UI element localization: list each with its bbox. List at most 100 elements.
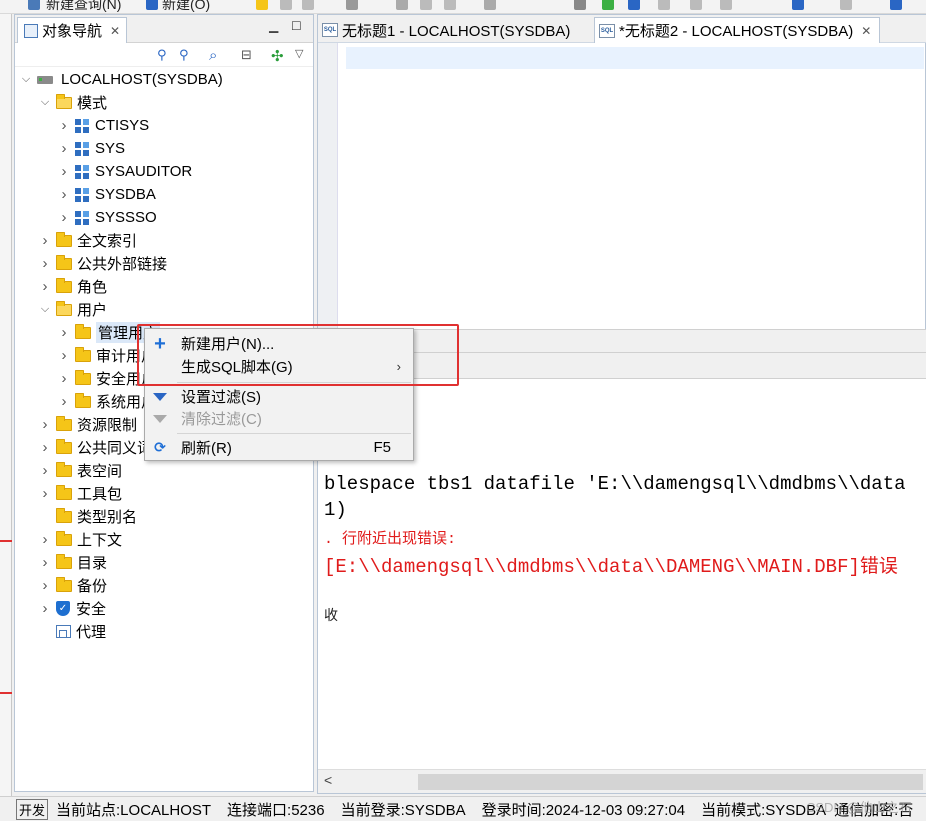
- menu-item-generate-sql[interactable]: 生成SQL脚本(G) ›: [145, 355, 413, 378]
- expand-icon[interactable]: ›: [57, 324, 71, 341]
- maximize-icon[interactable]: ☐: [291, 19, 302, 33]
- paste-icon[interactable]: [444, 0, 456, 10]
- menu-item-set-filter[interactable]: 设置过滤(S): [145, 385, 413, 408]
- view-menu-icon[interactable]: ▽: [295, 47, 311, 63]
- horizontal-scrollbar[interactable]: <: [318, 769, 926, 793]
- expand-icon[interactable]: ›: [38, 416, 52, 433]
- back-icon[interactable]: [792, 0, 804, 10]
- watermark: CSDN @他山之石: [806, 800, 912, 815]
- tree-item-label: 目录: [77, 555, 108, 572]
- new-icon[interactable]: [146, 0, 158, 10]
- tree-item-security[interactable]: › ✓ 安全: [38, 597, 107, 620]
- collapse-all-icon[interactable]: ⊟: [241, 47, 257, 63]
- save-icon[interactable]: [280, 0, 292, 10]
- expand-icon[interactable]: ›: [38, 439, 52, 456]
- tree-item-syssso[interactable]: › SYSSSO: [57, 206, 157, 229]
- new-query-icon[interactable]: [28, 0, 40, 10]
- scrollbar-thumb[interactable]: [418, 774, 923, 790]
- current-line-highlight[interactable]: [346, 47, 924, 69]
- tree-item-fulltext-index[interactable]: › 全文索引: [38, 229, 137, 252]
- expand-icon[interactable]: ›: [38, 255, 52, 272]
- menu-item-label: 刷新(R): [181, 440, 232, 457]
- tree-item-directories[interactable]: › 目录: [38, 551, 107, 574]
- tree-item-system-users[interactable]: › 系统用户: [57, 390, 156, 413]
- find-icon[interactable]: [658, 0, 670, 10]
- connect-icon[interactable]: ⚲: [157, 47, 173, 63]
- expand-icon[interactable]: ›: [38, 531, 52, 548]
- scroll-left-icon[interactable]: <: [324, 772, 332, 788]
- expand-all-icon[interactable]: ✣: [271, 47, 287, 65]
- tree-item-tablespaces[interactable]: › 表空间: [38, 459, 122, 482]
- result-sql-line: 1): [324, 499, 347, 521]
- expand-icon[interactable]: ›: [57, 163, 71, 180]
- expand-icon[interactable]: ›: [57, 140, 71, 157]
- expand-icon[interactable]: ›: [38, 600, 52, 617]
- save-all-icon[interactable]: [302, 0, 314, 10]
- search-icon[interactable]: ⌕: [209, 47, 225, 64]
- menu-item-new-user[interactable]: + 新建用户(N)...: [145, 332, 413, 355]
- format-icon[interactable]: [690, 0, 702, 10]
- tree-root[interactable]: ⌵ LOCALHOST(SYSDBA): [19, 68, 223, 91]
- tree-item-label: SYSDBA: [95, 186, 156, 203]
- shield-icon: ✓: [56, 601, 70, 616]
- tree-item-contexts[interactable]: › 上下文: [38, 528, 122, 551]
- tree-item-ctisys[interactable]: › CTISYS: [57, 114, 150, 137]
- open-icon[interactable]: [256, 0, 268, 10]
- explain-icon[interactable]: [720, 0, 732, 10]
- expand-icon[interactable]: ›: [57, 370, 71, 387]
- undo-icon[interactable]: [346, 0, 358, 10]
- tree-item-sysauditor[interactable]: › SYSAUDITOR: [57, 160, 193, 183]
- disconnect-icon[interactable]: ⚲: [179, 47, 195, 63]
- sql-file-icon: SQL: [322, 23, 338, 37]
- cut-icon[interactable]: [396, 0, 408, 10]
- expand-icon[interactable]: ›: [38, 462, 52, 479]
- commit-icon[interactable]: [602, 0, 614, 10]
- new-query-button[interactable]: 新建查询(N): [46, 0, 121, 13]
- expand-icon[interactable]: ›: [57, 209, 71, 226]
- tree-item-type-aliases[interactable]: 类型别名: [38, 505, 137, 528]
- expand-icon[interactable]: ›: [38, 554, 52, 571]
- expand-icon[interactable]: ›: [57, 117, 71, 134]
- expand-icon[interactable]: ›: [38, 232, 52, 249]
- minimize-icon[interactable]: ▁: [269, 19, 278, 33]
- tree-item-label: 全文索引: [77, 233, 138, 250]
- tab-untitled-2[interactable]: SQL *无标题2 - LOCALHOST(SYSDBA) ✕: [594, 17, 881, 43]
- expand-icon[interactable]: ›: [38, 577, 52, 594]
- tree-item-resource-limits[interactable]: › 资源限制: [38, 413, 137, 436]
- status-login-time: 登录时间:2024-12-03 09:27:04: [481, 801, 686, 819]
- close-icon[interactable]: ✕: [861, 24, 871, 38]
- pin-icon[interactable]: [890, 0, 902, 10]
- expand-icon[interactable]: ›: [57, 186, 71, 203]
- menu-separator: [177, 433, 411, 434]
- collapse-icon[interactable]: ⌵: [19, 73, 33, 87]
- tree-item-public-synonyms[interactable]: › 公共同义词: [38, 436, 152, 459]
- expand-icon[interactable]: ›: [57, 393, 71, 410]
- menu-item-refresh[interactable]: ⟳ 刷新(R) F5: [145, 436, 413, 459]
- tree-item-users[interactable]: ⌵ 用户: [38, 298, 107, 321]
- close-icon[interactable]: ✕: [110, 24, 120, 38]
- tree-item-sysdba[interactable]: › SYSDBA: [57, 183, 156, 206]
- expand-icon[interactable]: ›: [38, 278, 52, 295]
- tree-item-proxies[interactable]: 代理: [38, 620, 106, 643]
- tree-item-packages[interactable]: › 工具包: [38, 482, 122, 505]
- copy-icon[interactable]: [420, 0, 432, 10]
- tree-item-backups[interactable]: › 备份: [38, 574, 107, 597]
- new-button[interactable]: 新建(O): [162, 0, 210, 13]
- tree-item-audit-users[interactable]: › 审计用户: [57, 344, 156, 367]
- tab-object-navigator[interactable]: 对象导航 ✕: [17, 17, 128, 43]
- forward-icon[interactable]: [840, 0, 852, 10]
- rollback-icon[interactable]: [628, 0, 640, 10]
- expand-icon[interactable]: ›: [38, 485, 52, 502]
- folder-icon: [56, 277, 72, 293]
- run-icon[interactable]: [484, 0, 496, 10]
- tab-untitled-1[interactable]: SQL 无标题1 - LOCALHOST(SYSDBA): [318, 17, 578, 43]
- stop-icon[interactable]: [574, 0, 586, 10]
- collapse-icon[interactable]: ⌵: [38, 96, 52, 110]
- tree-item-schemas[interactable]: ⌵ 模式: [38, 91, 107, 114]
- tree-item-sys[interactable]: › SYS: [57, 137, 126, 160]
- tree-item-security-users[interactable]: › 安全用户: [57, 367, 156, 390]
- expand-icon[interactable]: ›: [57, 347, 71, 364]
- collapse-icon[interactable]: ⌵: [38, 303, 52, 317]
- tree-item-roles[interactable]: › 角色: [38, 275, 107, 298]
- tree-item-public-dblink[interactable]: › 公共外部链接: [38, 252, 167, 275]
